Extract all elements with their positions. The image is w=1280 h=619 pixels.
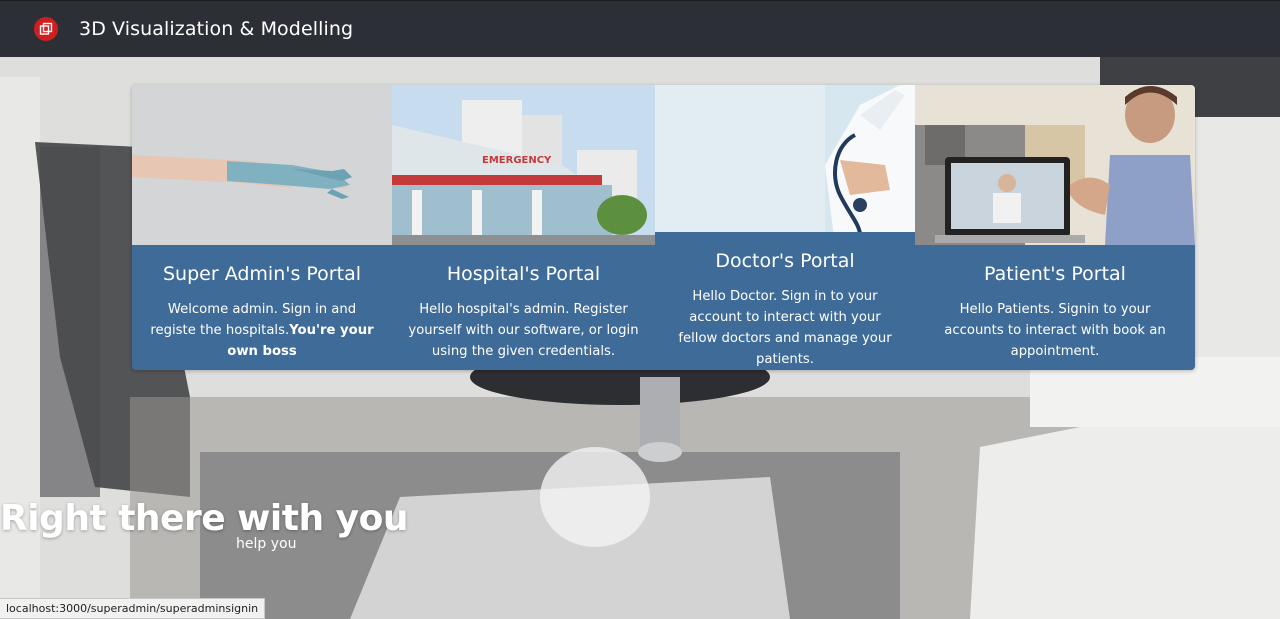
browser-status-bar: localhost:3000/superadmin/superadminsign… <box>0 598 266 619</box>
super-admin-portal-card[interactable]: Super Admin's Portal Welcome admin. Sign… <box>132 85 392 370</box>
hero-subline: help you <box>236 536 297 552</box>
gloved-hand-image <box>132 85 392 245</box>
doctor-stethoscope-image <box>655 85 915 232</box>
brand-title[interactable]: 3D Visualization & Modelling <box>79 18 353 40</box>
hospital-building-image: EMERGENCY <box>392 85 655 245</box>
hospital-portal-card[interactable]: EMERGENCY Hospital's Portal Hello hospit… <box>392 85 655 370</box>
patient-card-body: Patient's Portal Hello Patients. Signin … <box>915 245 1195 370</box>
navbar: 3D Visualization & Modelling <box>0 0 1280 57</box>
hero-section: Super Admin's Portal Welcome admin. Sign… <box>0 57 1280 619</box>
super-admin-title: Super Admin's Portal <box>162 263 361 285</box>
super-admin-text: Welcome admin. Sign in and registe the h… <box>150 302 374 359</box>
portal-cards: Super Admin's Portal Welcome admin. Sign… <box>132 85 1195 370</box>
doctor-title: Doctor's Portal <box>715 250 855 272</box>
patient-text: Hello Patients. Signin to your accounts … <box>944 302 1166 359</box>
doctor-portal-card[interactable]: Doctor's Portal Hello Doctor. Sign in to… <box>655 85 915 370</box>
hero-tagline: Right there with you <box>0 498 408 539</box>
patient-portal-card[interactable]: Patient's Portal Hello Patients. Signin … <box>915 85 1195 370</box>
cube-icon[interactable] <box>34 17 58 41</box>
hospital-title: Hospital's Portal <box>446 263 601 285</box>
patient-video-call-image <box>915 85 1195 245</box>
super-admin-card-body: Super Admin's Portal Welcome admin. Sign… <box>132 245 392 370</box>
hospital-text: Hello hospital's admin. Register yoursel… <box>408 302 639 359</box>
patient-title: Patient's Portal <box>984 263 1126 285</box>
doctor-card-body: Doctor's Portal Hello Doctor. Sign in to… <box>655 232 915 370</box>
doctor-text: Hello Doctor. Sign in to your account to… <box>678 289 892 367</box>
hospital-card-body: Hospital's Portal Hello hospital's admin… <box>392 245 655 370</box>
emergency-sign-text: EMERGENCY <box>482 155 552 166</box>
